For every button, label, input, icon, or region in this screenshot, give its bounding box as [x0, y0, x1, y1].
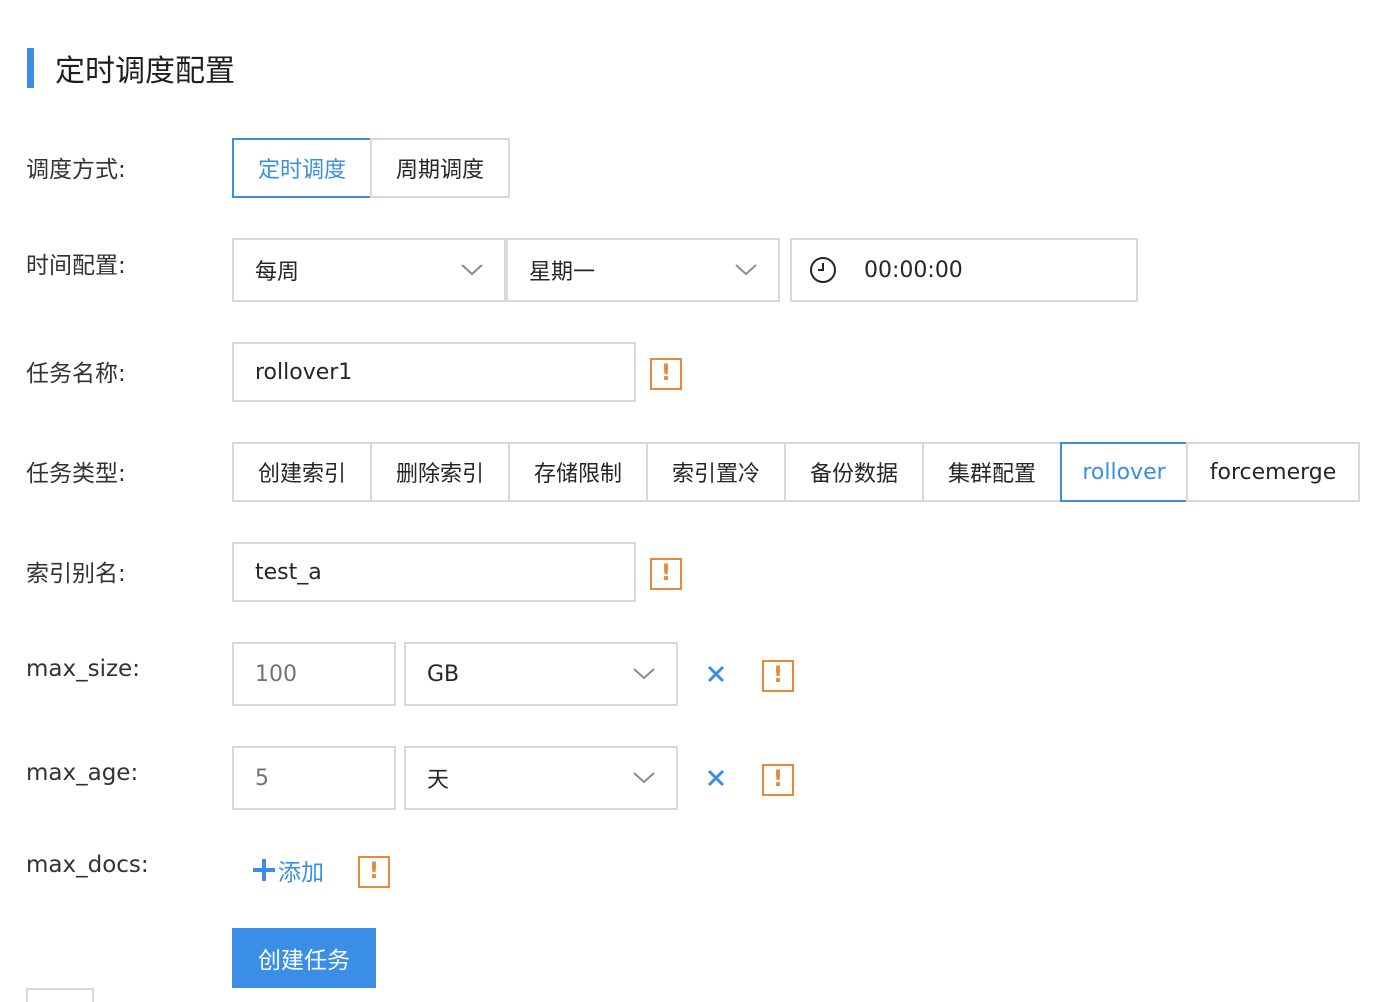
task-type-option-label: 备份数据 [809, 462, 898, 487]
max-size-unit-select[interactable]: GB [404, 642, 678, 706]
task-type-backup-data[interactable]: 备份数据 [784, 442, 924, 502]
index-alias-label: 索引别名: [26, 561, 126, 587]
task-type-rollover[interactable]: rollover [1060, 442, 1188, 502]
task-type-option-label: 创建索引 [257, 462, 346, 487]
schedule-mode-periodic-label: 周期调度 [395, 158, 484, 183]
index-alias-input[interactable]: test_a [232, 542, 636, 602]
max-size-warning-icon: ! [762, 660, 794, 692]
section-header: 定时调度配置 [27, 48, 235, 89]
task-type-index-cold[interactable]: 索引置冷 [646, 442, 786, 502]
task-type-create-index[interactable]: 创建索引 [232, 442, 372, 502]
max-age-unit-value: 天 [427, 768, 450, 793]
weekday-select[interactable]: 星期一 [506, 238, 780, 302]
task-name-label: 任务名称: [26, 361, 126, 387]
task-type-option-label: 删除索引 [395, 462, 484, 487]
create-task-label: 创建任务 [258, 948, 350, 974]
max-age-label: max_age: [26, 760, 139, 786]
task-type-option-label: 集群配置 [947, 462, 1036, 487]
time-picker-value: 00:00:00 [864, 257, 963, 283]
section-accent-bar [27, 48, 34, 88]
task-type-delete-index[interactable]: 删除索引 [370, 442, 510, 502]
chevron-down-icon [624, 644, 664, 704]
partial-button-edge[interactable] [26, 988, 94, 1002]
task-type-option-label: rollover [1082, 459, 1166, 485]
task-type-label: 任务类型: [26, 461, 126, 487]
task-type-forcemerge[interactable]: forcemerge [1186, 442, 1360, 502]
max-size-label: max_size: [26, 656, 140, 682]
max-size-input[interactable]: 100 [232, 642, 396, 706]
max-age-value: 5 [255, 765, 269, 791]
schedule-config-page: 定时调度配置 调度方式: 定时调度 周期调度 时间配置: 每周 星期一 00:0… [0, 0, 1394, 1002]
task-type-cluster-config[interactable]: 集群配置 [922, 442, 1062, 502]
schedule-mode-periodic-button[interactable]: 周期调度 [370, 138, 510, 198]
time-config-label: 时间配置: [26, 253, 126, 279]
task-type-option-label: 索引置冷 [671, 462, 760, 487]
index-alias-value: test_a [255, 559, 322, 585]
max-age-unit-select[interactable]: 天 [404, 746, 678, 810]
frequency-select[interactable]: 每周 [232, 238, 506, 302]
max-docs-label: max_docs: [26, 852, 149, 878]
max-age-input[interactable]: 5 [232, 746, 396, 810]
task-type-option-label: 存储限制 [533, 462, 622, 487]
weekday-select-value: 星期一 [529, 260, 596, 285]
clock-icon [808, 255, 838, 285]
max-docs-add-label: 添加 [278, 860, 324, 886]
max-size-unit-value: GB [427, 661, 460, 687]
chevron-down-icon [452, 240, 492, 300]
max-docs-add-button[interactable]: 添加 [252, 852, 324, 888]
create-task-button[interactable]: 创建任务 [232, 928, 376, 988]
index-alias-warning-icon: ! [650, 558, 682, 590]
max-size-value: 100 [255, 661, 297, 687]
task-name-input[interactable]: rollover1 [232, 342, 636, 402]
chevron-down-icon [624, 748, 664, 808]
schedule-mode-timed-button[interactable]: 定时调度 [232, 138, 372, 198]
max-age-warning-icon: ! [762, 764, 794, 796]
task-name-value: rollover1 [255, 359, 353, 385]
time-picker[interactable]: 00:00:00 [790, 238, 1138, 302]
chevron-down-icon [726, 240, 766, 300]
section-title: 定时调度配置 [55, 54, 235, 89]
plus-icon [252, 858, 276, 882]
task-name-warning-icon: ! [650, 358, 682, 390]
task-type-option-label: forcemerge [1209, 459, 1337, 485]
frequency-select-value: 每周 [255, 260, 300, 285]
task-type-storage-limit[interactable]: 存储限制 [508, 442, 648, 502]
max-docs-warning-icon: ! [358, 856, 390, 888]
max-size-remove-close-icon[interactable] [704, 662, 728, 686]
max-age-remove-close-icon[interactable] [704, 766, 728, 790]
schedule-mode-timed-label: 定时调度 [257, 158, 346, 183]
schedule-mode-label: 调度方式: [26, 157, 126, 183]
